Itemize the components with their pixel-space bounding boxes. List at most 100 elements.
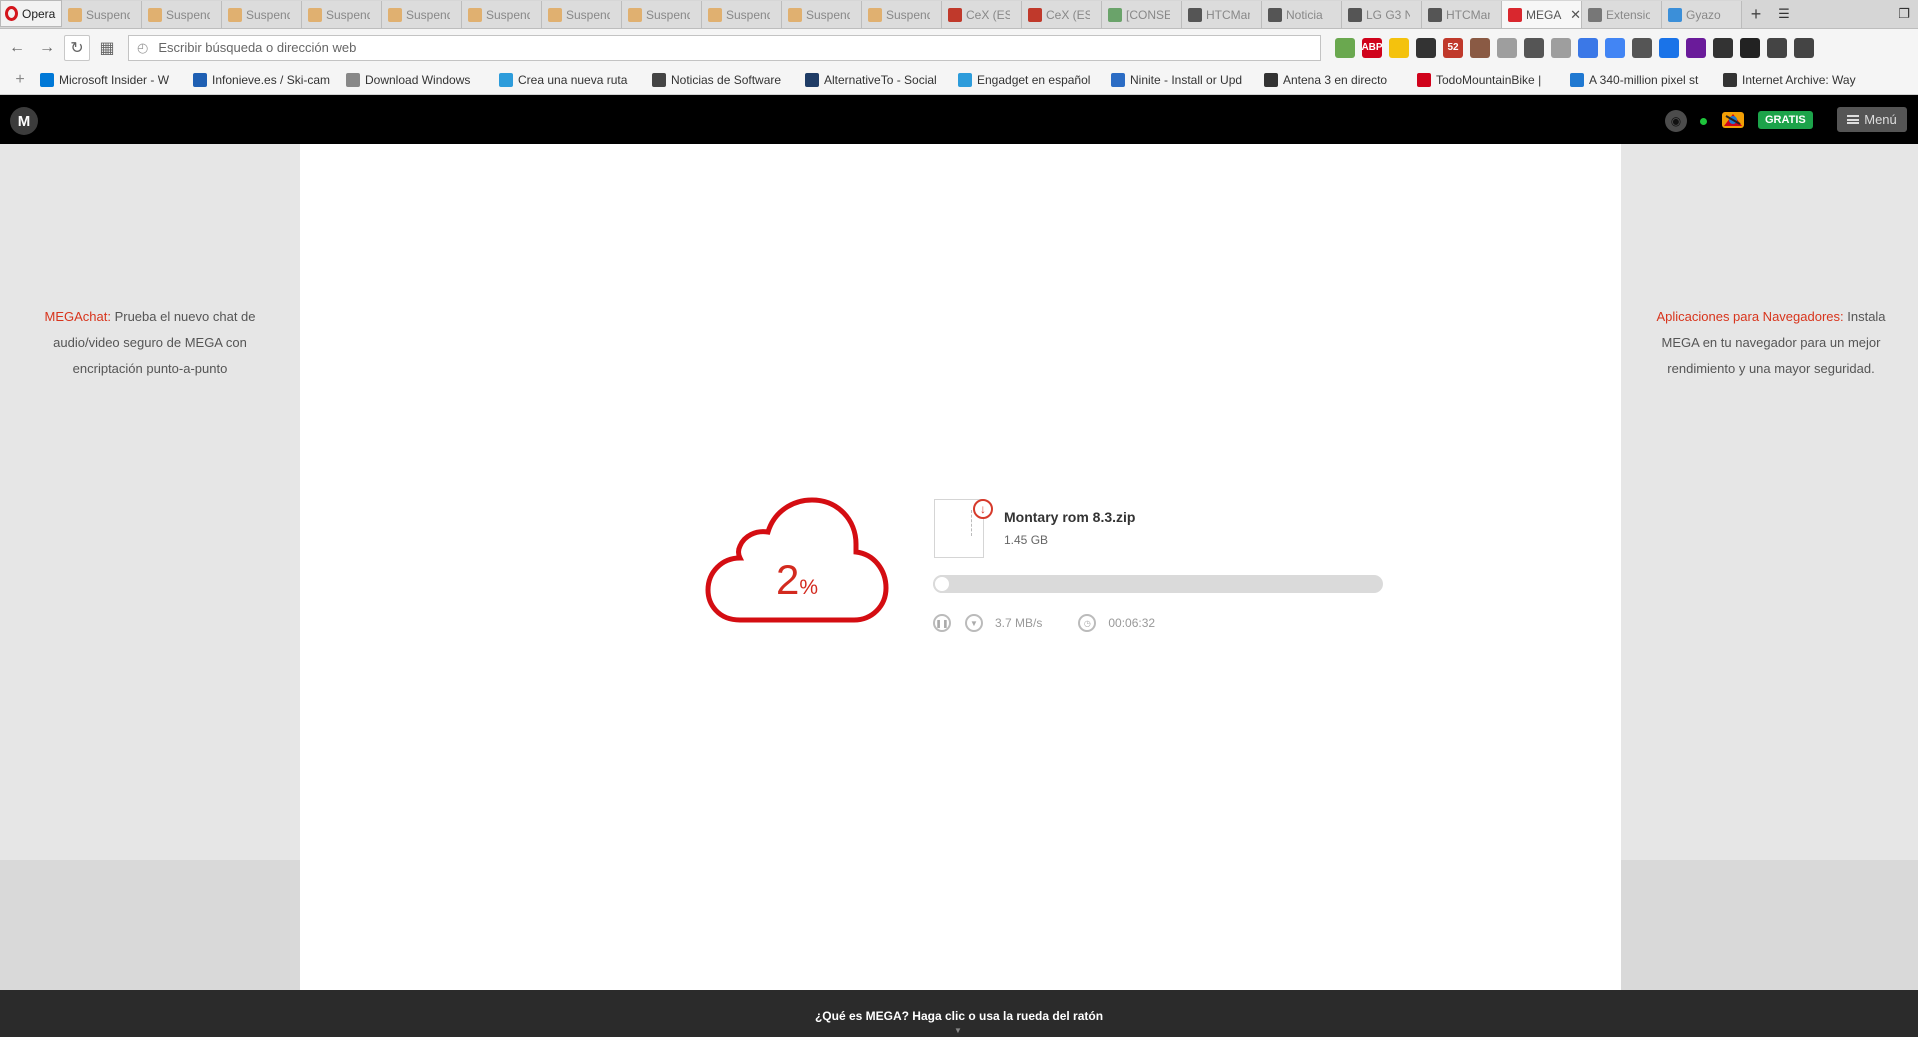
tab-label: HTCMania xyxy=(1446,7,1490,22)
bookmark-label: Crea una nueva ruta xyxy=(518,73,628,87)
new-tab-button[interactable]: + xyxy=(1742,0,1770,28)
tab-label: [CONSEJO] xyxy=(1126,7,1170,22)
reload-icon[interactable]: ↻ xyxy=(64,34,90,61)
what-is-mega-footer[interactable]: ¿Qué es MEGA? Haga clic o usa la rueda d… xyxy=(0,990,1918,1037)
bookmark-item[interactable]: TodoMountainBike | xyxy=(1417,73,1570,87)
left-promo-panel: MEGAchat: Prueba el nuevo chat de audio/… xyxy=(0,144,300,990)
address-toolbar: ← → ↻ ▦ ◴ Escribir búsqueda o dirección … xyxy=(0,29,1918,66)
browser-apps-promo[interactable]: Aplicaciones para Navegadores: Instala M… xyxy=(1651,304,1891,382)
network-ext-icon[interactable] xyxy=(1659,37,1679,58)
browser-tab[interactable]: Suspended xyxy=(62,1,142,28)
tab-label: Gyazo xyxy=(1686,7,1721,22)
browser-tab[interactable]: Suspended xyxy=(622,1,702,28)
wrench-ext-icon[interactable] xyxy=(1794,37,1814,58)
browser-tab[interactable]: Suspended xyxy=(782,1,862,28)
notes-ext-icon[interactable] xyxy=(1389,37,1409,58)
tab-favicon-icon xyxy=(228,7,242,22)
pause-icon[interactable]: ❚❚ xyxy=(933,614,951,632)
menu-button[interactable]: Menú xyxy=(1837,107,1907,132)
amazon-ext-icon[interactable] xyxy=(1740,37,1760,58)
opera-menu-button[interactable]: Opera xyxy=(0,0,62,27)
bookmark-item[interactable]: A 340-million pixel st xyxy=(1570,73,1723,87)
bookmark-label: TodoMountainBike | xyxy=(1436,73,1542,87)
translate-ext-icon[interactable] xyxy=(1578,37,1598,58)
instagram-ext-icon[interactable] xyxy=(1470,37,1490,58)
download-badge-icon: ↓ xyxy=(973,499,993,519)
bookmark-ext-icon[interactable] xyxy=(1416,37,1436,58)
browser-tab[interactable]: Gyazo xyxy=(1662,1,1742,28)
browser-tab[interactable]: Suspended xyxy=(862,1,942,28)
browser-tab-bar: Opera SuspendedSuspendedSuspendedSuspend… xyxy=(0,0,1918,29)
add-bookmark-icon[interactable]: + xyxy=(0,71,40,89)
tab-ext-icon[interactable] xyxy=(1497,37,1517,58)
bookmark-item[interactable]: Crea una nueva ruta xyxy=(499,73,652,87)
bookmark-item[interactable]: Antena 3 en directo xyxy=(1264,73,1417,87)
tab-favicon-icon xyxy=(1428,7,1442,22)
browser-tab[interactable]: Suspended xyxy=(382,1,462,28)
music-ext-icon[interactable] xyxy=(1686,37,1706,58)
edge-ext-icon[interactable] xyxy=(1713,37,1733,58)
browser-tab[interactable]: LG G3 N xyxy=(1342,1,1422,28)
tab-favicon-icon xyxy=(1348,7,1362,22)
left-panel-footer xyxy=(0,860,300,990)
browser-tab[interactable]: Suspended xyxy=(302,1,382,28)
forward-icon[interactable]: → xyxy=(34,35,60,61)
bookmark-label: Infonieve.es / Ski-cam xyxy=(212,73,331,87)
download-ext-icon[interactable] xyxy=(1767,37,1787,58)
refresh-ext-icon[interactable] xyxy=(1335,37,1355,58)
bookmark-item[interactable]: AlternativeTo - Social xyxy=(805,73,958,87)
account-avatar[interactable] xyxy=(1720,108,1746,132)
tab-favicon-icon xyxy=(1668,7,1682,22)
bookmark-item[interactable]: Noticias de Software xyxy=(652,73,805,87)
bookmark-item[interactable]: Download Windows xyxy=(346,73,499,87)
tab-label: Suspended xyxy=(406,7,450,22)
bookmark-label: Antena 3 en directo xyxy=(1283,73,1388,87)
browser-tab[interactable]: Suspended xyxy=(542,1,622,28)
tab-favicon-icon xyxy=(868,7,882,22)
megachat-promo[interactable]: MEGAchat: Prueba el nuevo chat de audio/… xyxy=(30,304,270,382)
tab-label: Suspended xyxy=(566,7,610,22)
bookmark-favicon-icon xyxy=(1264,73,1278,87)
plan-badge[interactable]: GRATIS xyxy=(1758,111,1813,129)
browser-tab[interactable]: CeX (ES) xyxy=(1022,1,1102,28)
google-translate-icon[interactable] xyxy=(1605,37,1625,58)
close-tab-icon[interactable]: ✕ xyxy=(1570,7,1581,23)
calendar-ext-icon[interactable]: 52 xyxy=(1443,37,1463,58)
browser-tab[interactable]: Suspended xyxy=(462,1,542,28)
bookmark-item[interactable]: Microsoft Insider - W xyxy=(40,73,193,87)
bookmark-item[interactable]: Internet Archive: Way xyxy=(1723,73,1876,87)
bookmark-item[interactable]: Engadget en español xyxy=(958,73,1111,87)
bookmark-item[interactable]: Ninite - Install or Upd xyxy=(1111,73,1264,87)
browser-tab[interactable]: HTCMania xyxy=(1182,1,1262,28)
browser-tab[interactable]: HTCMania xyxy=(1422,1,1502,28)
adblock-icon[interactable]: ABP xyxy=(1361,37,1383,58)
browser-tab[interactable]: MEGA ✕ xyxy=(1502,1,1582,28)
bookmark-item[interactable]: Infonieve.es / Ski-cam xyxy=(193,73,346,87)
browser-tab[interactable]: [CONSEJO] xyxy=(1102,1,1182,28)
browser-tab[interactable]: Suspended xyxy=(142,1,222,28)
browser-tab[interactable]: Noticia xyxy=(1262,1,1342,28)
browser-tab[interactable]: Suspended xyxy=(702,1,782,28)
address-field[interactable]: ◴ Escribir búsqueda o dirección web xyxy=(128,34,1321,61)
browser-tab[interactable]: Extensiones xyxy=(1582,1,1662,28)
restore-window-icon[interactable]: ❐ xyxy=(1890,0,1918,28)
percent-value: 2 xyxy=(775,556,800,603)
download-stats: ❚❚ ▼ 3.7 MB/s ◷ 00:06:32 xyxy=(933,614,1155,632)
tab-favicon-icon xyxy=(1108,7,1122,22)
notifications-bell-icon[interactable]: ◉ xyxy=(1665,110,1687,132)
browser-tab[interactable]: CeX (ES) xyxy=(942,1,1022,28)
zoom-ext-icon[interactable] xyxy=(1551,37,1571,58)
browser-tab[interactable]: Suspended xyxy=(222,1,302,28)
tab-menu-icon[interactable]: ☰ xyxy=(1770,0,1798,28)
ghost-ext-icon[interactable] xyxy=(1632,37,1652,58)
browser-apps-promo-title: Aplicaciones para Navegadores: xyxy=(1656,309,1844,324)
bookmark-favicon-icon xyxy=(958,73,972,87)
back-icon[interactable]: ← xyxy=(4,35,30,61)
save-ext-icon[interactable] xyxy=(1524,37,1544,58)
tab-label: HTCMania xyxy=(1206,7,1250,22)
opera-menu-label: Opera xyxy=(22,6,56,21)
speed-dial-icon[interactable]: ▦ xyxy=(94,35,120,61)
tab-label: Suspended xyxy=(326,7,370,22)
online-status-dot xyxy=(1700,118,1707,125)
mega-logo[interactable]: M xyxy=(10,107,38,135)
